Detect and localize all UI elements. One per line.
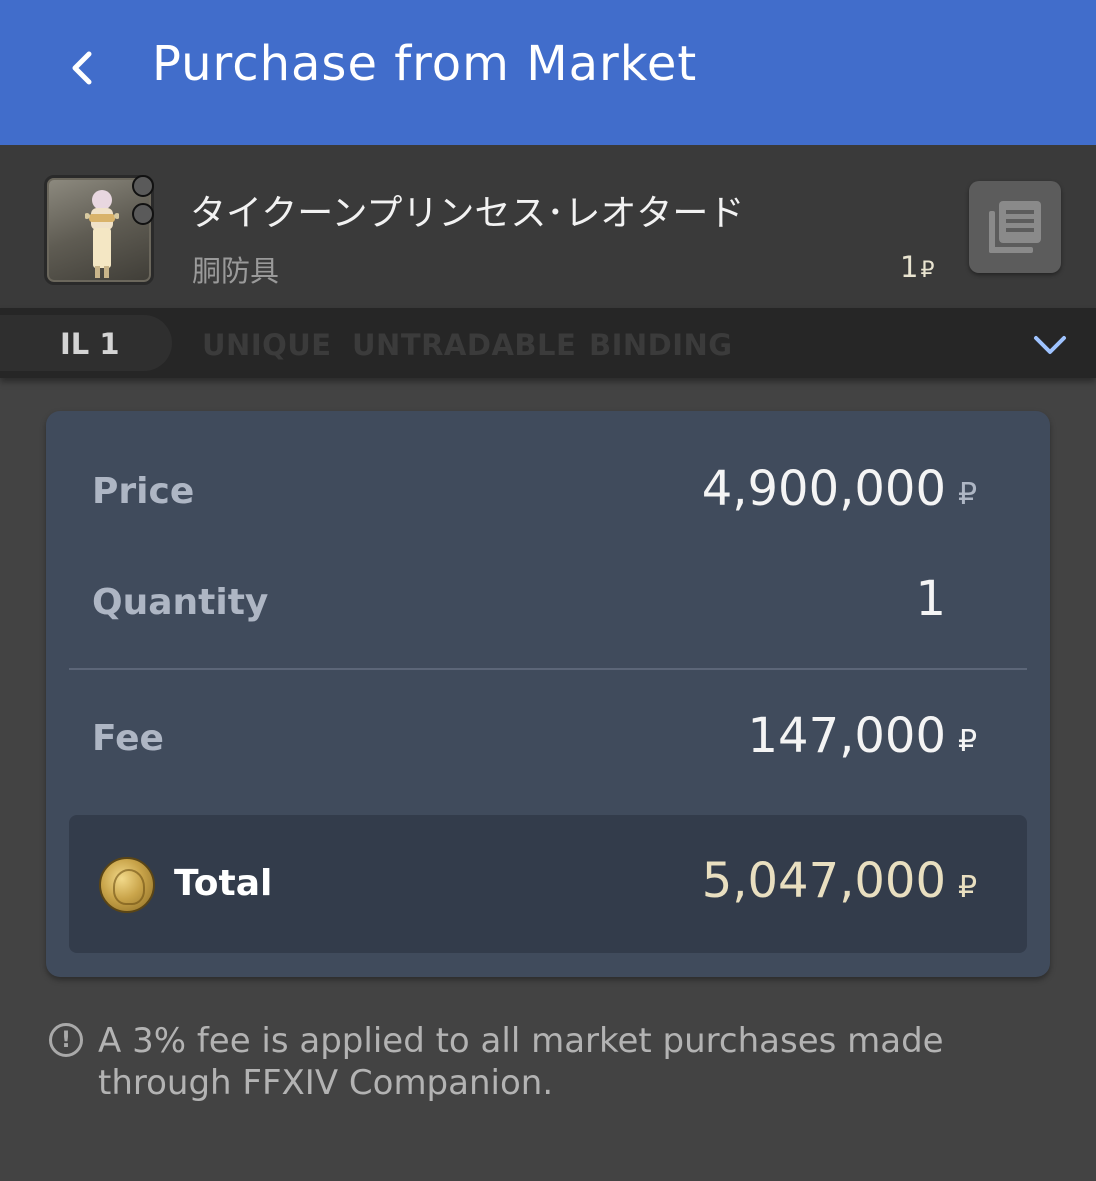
fee-label: Fee <box>92 718 164 759</box>
materia-slot <box>132 203 154 225</box>
materia-slot <box>132 175 154 197</box>
list-icon <box>989 201 1041 253</box>
tag-binding: BINDING <box>589 328 733 362</box>
quantity-value: 1 <box>915 571 946 627</box>
fee-note: A 3% fee is applied to all market purcha… <box>98 1021 944 1103</box>
price-value: 4,900,000 <box>701 461 946 517</box>
gil-icon: ₽ <box>958 724 978 759</box>
price-label: Price <box>92 471 195 512</box>
fee-value: 147,000 <box>747 708 947 764</box>
total-value: 5,047,000 <box>701 853 946 909</box>
item-details-button[interactable] <box>969 181 1061 273</box>
app-bar: Purchase from Market <box>0 0 1096 145</box>
purchase-summary-card: Price 4,900,000 ₽ Quantity 1 Fee 147,000… <box>46 411 1050 977</box>
tag-unique: UNIQUE <box>202 328 332 362</box>
total-label: Total <box>174 863 273 904</box>
quantity-label: Quantity <box>92 582 269 623</box>
divider <box>69 668 1027 670</box>
item-name: タイクーンプリンセス･レオタード <box>190 193 745 234</box>
chevron-down-icon[interactable] <box>1030 330 1070 360</box>
info-icon: ! <box>49 1023 83 1057</box>
item-level-badge: IL 1 <box>0 315 172 371</box>
tag-untradable: UNTRADABLE <box>352 328 577 362</box>
page-title: Purchase from Market <box>152 36 698 92</box>
item-unit-price: 1₽ <box>900 250 934 284</box>
unit-price-value: 1 <box>900 250 919 284</box>
leotard-icon <box>85 190 119 278</box>
item-category: 胴防具 <box>192 254 280 288</box>
gil-icon: ₽ <box>958 870 978 905</box>
item-level-label: IL 1 <box>60 327 120 361</box>
gil-icon: ₽ <box>920 258 935 283</box>
gil-coin-icon <box>99 857 155 913</box>
gil-icon: ₽ <box>958 477 978 512</box>
back-button[interactable] <box>52 38 112 98</box>
item-tags-bar: IL 1 UNIQUE UNTRADABLE BINDING <box>0 308 1096 378</box>
total-row: Total 5,047,000 ₽ <box>69 815 1027 953</box>
chevron-left-icon <box>72 51 92 85</box>
